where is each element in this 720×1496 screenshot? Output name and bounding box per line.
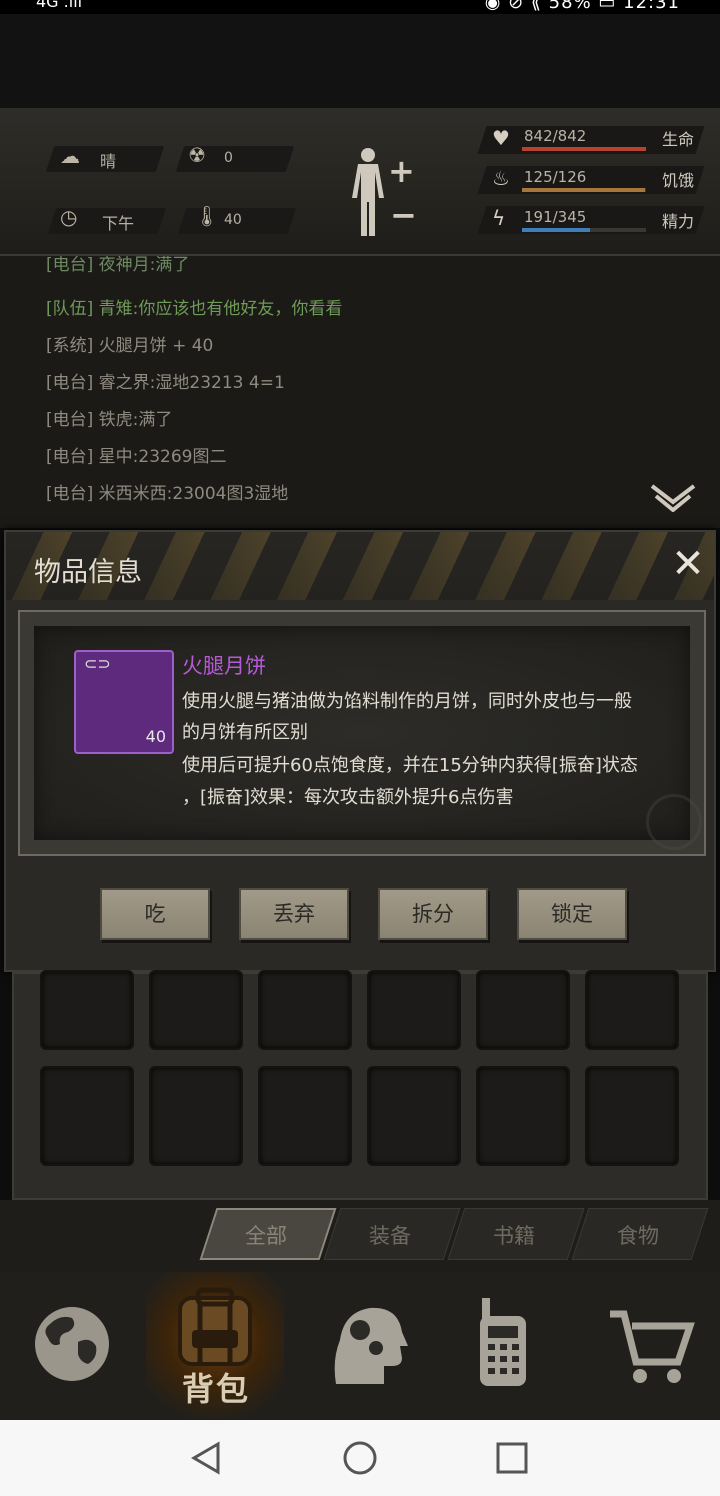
globe-icon: [35, 1307, 109, 1381]
heart-icon: ♥: [492, 126, 510, 150]
energy-bar-fill: [522, 228, 590, 232]
inventory-slot[interactable]: [258, 1066, 352, 1166]
top-spacer: [0, 14, 720, 110]
inventory-slot[interactable]: [149, 1066, 243, 1166]
chat-line: [电台] 米西米西:23004图3湿地: [46, 484, 289, 504]
tab-books-label: 书籍: [493, 1224, 535, 1248]
temperature-value: 40: [224, 212, 242, 228]
time-of-day: 下午: [102, 214, 135, 233]
inventory-slot[interactable]: [40, 970, 134, 1050]
dialog-title: 物品信息: [34, 557, 142, 588]
tab-food-label: 食物: [617, 1224, 659, 1248]
chat-line: [电台] 睿之界:湿地23213 4=1: [46, 373, 285, 393]
emblem-watermark-icon: [646, 794, 702, 850]
item-info-dialog: 物品信息 ✕ ⊂⊃ 40 火腿月饼 使用火腿与猪油做为馅料制作的月饼，同时外皮也…: [4, 530, 716, 972]
discard-button-label: 丢弃: [273, 902, 315, 926]
link-icon: ⊂⊃: [84, 654, 111, 673]
item-description-line: ，[振奋]效果：每次攻击额外提升6点伤害: [182, 787, 514, 808]
energy-bar: [522, 228, 646, 232]
cart-icon: [610, 1310, 695, 1383]
energy-icon: ϟ: [492, 206, 506, 230]
hunger-label: 饥饿: [662, 171, 695, 190]
weather-text: 晴: [100, 152, 117, 171]
nav-map[interactable]: [0, 1272, 144, 1420]
inventory-grid: [12, 970, 708, 1200]
radio-icon: [480, 1298, 526, 1386]
nav-skills[interactable]: [288, 1272, 432, 1420]
stats-header: ☁ 晴 ☢ 0 ◷ 下午 🌡 40 + − ♥ 842/842 生命 ♨ 125…: [0, 108, 720, 256]
body-figure-icon[interactable]: [348, 146, 388, 238]
close-icon[interactable]: ✕: [668, 544, 708, 584]
eat-button[interactable]: 吃: [100, 888, 210, 940]
cloud-sun-icon: ☁: [60, 144, 80, 168]
split-button[interactable]: 拆分: [378, 888, 488, 940]
chevron-down-icon[interactable]: [650, 484, 696, 512]
eat-button-label: 吃: [144, 902, 166, 926]
chat-line: [电台] 星中:23269图二: [46, 447, 227, 467]
discard-button[interactable]: 丢弃: [239, 888, 349, 940]
radiation-icon: ☢: [188, 143, 206, 167]
chat-log[interactable]: [电台] 夜神月:满了 [队伍] 青雉:你应该也有他好友，你看看 [系统] 火腿…: [0, 256, 720, 528]
lock-button-label: 锁定: [551, 902, 593, 926]
energy-value: 191/345: [524, 208, 587, 226]
radiation-value: 0: [224, 150, 233, 166]
tab-all-label: 全部: [245, 1224, 287, 1248]
minus-icon[interactable]: −: [390, 196, 417, 234]
system-nav-bar: [0, 1420, 720, 1496]
hunger-bar: [522, 188, 646, 192]
item-icon[interactable]: ⊂⊃ 40: [74, 650, 174, 754]
item-name: 火腿月饼: [182, 654, 266, 678]
inventory-slot[interactable]: [40, 1066, 134, 1166]
nav-backpack-label: 背包: [182, 1370, 251, 1408]
clock-icon: ◷: [60, 205, 78, 229]
inventory-slot[interactable]: [476, 1066, 570, 1166]
item-description-line: 使用后可提升60点饱食度，并在15分钟内获得[振奋]状态: [182, 755, 638, 776]
recents-icon[interactable]: [494, 1440, 530, 1476]
chat-line: [系统] 火腿月饼 + 40: [46, 336, 214, 356]
chat-line: [电台] 夜神月:满了: [46, 256, 190, 275]
status-icons: ◉ ⊘ ⟪ 58% ▭ 12:31: [484, 0, 680, 13]
lock-button[interactable]: 锁定: [517, 888, 627, 940]
health-label: 生命: [662, 130, 695, 149]
back-icon[interactable]: [188, 1440, 224, 1476]
hunger-value: 125/126: [524, 168, 587, 186]
nav-radio[interactable]: [432, 1272, 576, 1420]
plus-icon[interactable]: +: [388, 152, 415, 190]
inventory-slot[interactable]: [585, 970, 679, 1050]
inventory-slot[interactable]: [476, 970, 570, 1050]
item-description-line: 的月饼有所区别: [182, 722, 308, 743]
home-icon[interactable]: [342, 1440, 378, 1476]
health-bar: [522, 147, 646, 151]
thermometer-icon: 🌡: [194, 204, 220, 228]
split-button-label: 拆分: [412, 902, 454, 926]
hunger-bar-fill: [522, 188, 645, 192]
inventory-slot[interactable]: [585, 1066, 679, 1166]
brain-head-icon: [334, 1307, 408, 1384]
chat-line: [电台] 铁虎:满了: [46, 410, 173, 430]
signal-indicator: 4G .ıll: [36, 0, 83, 11]
health-value: 842/842: [524, 127, 587, 145]
energy-label: 精力: [662, 212, 695, 231]
status-bar: 4G .ıll ◉ ⊘ ⟪ 58% ▭ 12:31: [0, 0, 720, 14]
item-quantity: 40: [145, 727, 166, 746]
health-bar-fill: [522, 147, 646, 151]
inventory-slot[interactable]: [367, 970, 461, 1050]
stomach-icon: ♨: [492, 166, 510, 190]
inventory-slot[interactable]: [149, 970, 243, 1050]
chat-line: [队伍] 青雉:你应该也有他好友，你看看: [46, 299, 343, 319]
inventory-slot[interactable]: [258, 970, 352, 1050]
nav-shop[interactable]: [576, 1272, 720, 1420]
tab-equipment-label: 装备: [369, 1224, 411, 1248]
item-description-line: 使用火腿与猪油做为馅料制作的月饼，同时外皮也与一般: [182, 691, 632, 712]
inventory-slot[interactable]: [367, 1066, 461, 1166]
